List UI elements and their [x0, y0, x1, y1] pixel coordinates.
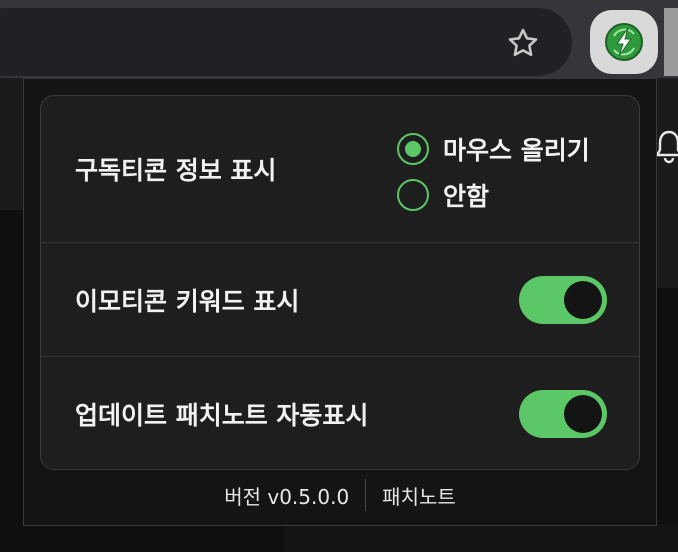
radio-unchecked-indicator[interactable] [397, 179, 429, 211]
extension-popup: 구독티콘 정보 표시 마우스 올리기 안함 이모티콘 키워드 표시 업데이트 패… [23, 78, 657, 526]
radio-none[interactable]: 안함 [397, 172, 590, 218]
setting-emoticon-keyword: 이모티콘 키워드 표시 [41, 242, 639, 356]
page-bottom-panel [284, 524, 678, 552]
setting-label: 이모티콘 키워드 표시 [75, 286, 300, 316]
version-text: 버전 v0.5.0.0 [224, 484, 350, 509]
bookmark-button[interactable] [500, 20, 546, 66]
address-bar[interactable] [0, 8, 572, 76]
lightning-bolt-icon [605, 23, 643, 61]
toggle-knob [564, 394, 602, 433]
radio-mouse-hover[interactable]: 마우스 올리기 [397, 126, 590, 172]
extension-button[interactable] [590, 10, 658, 74]
emoticon-keyword-toggle[interactable] [519, 275, 607, 324]
settings-card: 구독티콘 정보 표시 마우스 올리기 안함 이모티콘 키워드 표시 업데이트 패… [40, 95, 640, 470]
setting-label: 업데이트 패치노트 자동표시 [75, 400, 369, 430]
bell-icon[interactable] [654, 128, 678, 164]
popup-footer: 버전 v0.5.0.0 패치노트 [24, 477, 656, 513]
radio-label: 마우스 올리기 [443, 136, 590, 165]
radio-label: 안함 [443, 182, 490, 211]
radio-checked-indicator[interactable] [397, 133, 429, 165]
setting-auto-patch-notes: 업데이트 패치노트 자동표시 [41, 356, 639, 470]
star-icon [508, 28, 538, 57]
browser-toolbar [0, 0, 678, 78]
page-side-panel [656, 210, 678, 288]
screen: 구독티콘 정보 표시 마우스 올리기 안함 이모티콘 키워드 표시 업데이트 패… [0, 0, 678, 552]
display-mode-radio-group: 마우스 올리기 안함 [397, 126, 590, 218]
patch-notes-link[interactable]: 패치노트 [382, 481, 456, 510]
footer-divider [365, 479, 367, 511]
auto-patch-notes-toggle[interactable] [519, 389, 607, 438]
setting-subscription-emoticon-info: 구독티콘 정보 표시 마우스 올리기 안함 [41, 96, 639, 242]
toggle-knob [564, 280, 602, 319]
setting-label: 구독티콘 정보 표시 [75, 156, 277, 185]
toolbar-edge [664, 8, 678, 76]
